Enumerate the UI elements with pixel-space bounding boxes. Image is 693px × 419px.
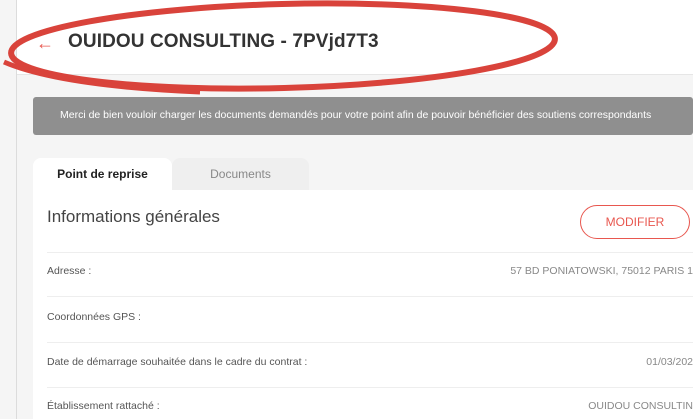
- info-notice: Merci de bien vouloir charger les docume…: [33, 97, 693, 135]
- modify-button[interactable]: MODIFIER: [580, 205, 690, 239]
- establishment-value: OUIDOU CONSULTIN: [588, 400, 693, 412]
- establishment-label: Établissement rattaché :: [47, 400, 160, 412]
- top-bar: [16, 0, 693, 18]
- gps-label: Coordonnées GPS :: [47, 311, 141, 323]
- start-date-value: 01/03/202: [646, 356, 693, 368]
- divider: [47, 296, 693, 297]
- divider: [47, 252, 693, 253]
- start-date-label: Date de démarrage souhaitée dans le cadr…: [47, 356, 308, 368]
- address-label: Adresse :: [47, 265, 92, 277]
- address-value: 57 BD PONIATOWSKI, 75012 PARIS 1: [510, 265, 693, 277]
- tab-documents[interactable]: Documents: [172, 158, 309, 190]
- divider: [47, 342, 693, 343]
- tab-point-de-reprise[interactable]: Point de reprise: [33, 158, 172, 190]
- page-title: OUIDOU CONSULTING - 7PVjd7T3: [68, 31, 379, 52]
- notice-text: Merci de bien vouloir charger les docume…: [60, 109, 652, 121]
- arrow-left-icon[interactable]: ←: [36, 34, 54, 52]
- section-title: Informations générales: [47, 207, 220, 226]
- divider: [47, 387, 693, 388]
